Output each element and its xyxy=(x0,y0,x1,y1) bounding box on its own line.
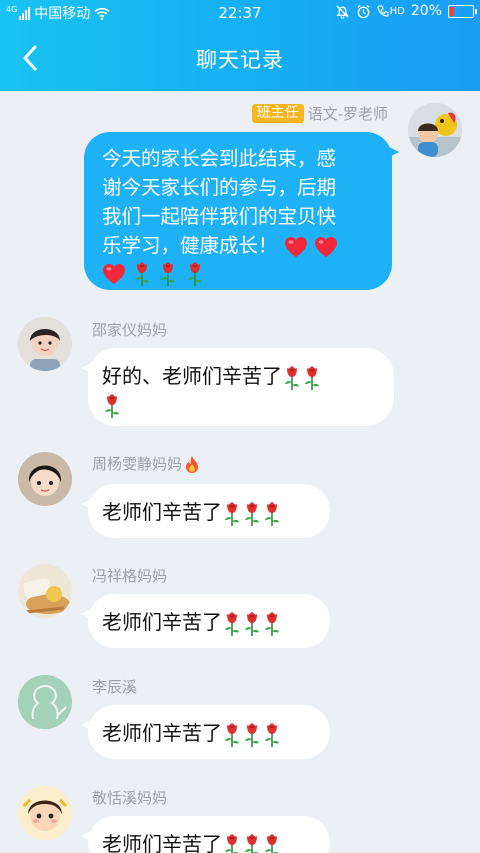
rose-icon xyxy=(262,501,282,527)
rose-icon xyxy=(102,393,122,419)
red-heart-icon xyxy=(102,263,126,285)
status-bar: 4G 中国移动 22:37 HD 20% xyxy=(0,0,480,26)
rose-icon xyxy=(242,833,262,853)
rose-icon xyxy=(262,722,282,748)
rose-icon xyxy=(222,501,242,527)
rose-icon xyxy=(158,261,178,287)
parent-avatar[interactable] xyxy=(18,452,72,506)
teacher-name: 语文-罗老师 xyxy=(307,105,388,123)
rose-icon xyxy=(242,501,262,527)
reply-text: 老师们辛苦了 xyxy=(102,500,222,524)
reply-bubble[interactable]: 老师们辛苦了 xyxy=(81,705,330,759)
parent-name-row: 周杨雯静妈妈 xyxy=(92,453,200,474)
rose-icon xyxy=(282,365,302,391)
reply-text: 老师们辛苦了 xyxy=(102,721,222,745)
parent-name: 敬恬溪妈妈 xyxy=(92,789,168,807)
teacher-message-line: 乐学习，健康成长！ xyxy=(102,234,278,257)
reply-bubble[interactable]: 老师们辛苦了 xyxy=(81,594,330,648)
rose-icon xyxy=(242,611,262,637)
rose-icon xyxy=(185,261,205,287)
parent-name: 冯祥格妈妈 xyxy=(92,567,168,585)
chat-history[interactable]: 班主任 语文-罗老师 今天的家长会到此结束，感 谢今天家长们的参与，后期 我们一… xyxy=(0,91,480,853)
teacher-avatar[interactable] xyxy=(408,103,462,157)
rose-icon xyxy=(222,833,242,853)
volte-icon: HD xyxy=(377,4,405,18)
parent-avatar[interactable] xyxy=(18,675,72,729)
rose-icon xyxy=(262,833,282,853)
parent-name: 周杨雯静妈妈 xyxy=(92,455,183,473)
reply-bubble[interactable]: 老师们辛苦了 xyxy=(81,484,330,538)
battery-icon xyxy=(448,4,477,18)
rose-icon xyxy=(242,722,262,748)
red-heart-icon xyxy=(314,236,338,258)
reply-bubble[interactable]: 老师们辛苦了 xyxy=(81,816,330,853)
reply-bubble[interactable]: 好的、老师们辛苦了 xyxy=(81,348,394,426)
app-header: 4G 中国移动 22:37 HD 20% 聊天记录 xyxy=(0,0,480,91)
parent-avatar[interactable] xyxy=(18,317,72,371)
rose-icon xyxy=(222,722,242,748)
parent-avatar[interactable] xyxy=(18,786,72,840)
reply-text: 好的、老师们辛苦了 xyxy=(102,364,282,388)
teacher-message-line: 谢今天家长们的参与，后期 xyxy=(102,176,337,199)
rose-icon xyxy=(262,611,282,637)
parent-name: 邵家仪妈妈 xyxy=(92,321,168,339)
parent-name: 李辰溪 xyxy=(92,678,138,696)
teacher-message-bubble[interactable]: 今天的家长会到此结束，感 谢今天家长们的参与，后期 我们一起陪伴我们的宝贝快 乐… xyxy=(84,132,399,290)
red-heart-icon xyxy=(284,236,308,258)
rose-icon xyxy=(222,611,242,637)
alarm-icon xyxy=(357,4,370,18)
page-title: 聊天记录 xyxy=(196,48,284,72)
rose-icon xyxy=(132,261,152,287)
rose-icon xyxy=(302,365,322,391)
teacher-message-line: 我们一起陪伴我们的宝贝快 xyxy=(102,205,337,228)
reply-text: 老师们辛苦了 xyxy=(102,832,222,853)
teacher-sender-line: 班主任 语文-罗老师 xyxy=(251,103,388,124)
parent-avatar[interactable] xyxy=(18,564,72,618)
reply-text: 老师们辛苦了 xyxy=(102,610,222,634)
role-badge: 班主任 xyxy=(251,104,304,123)
battery-percent: 20% xyxy=(410,3,442,19)
teacher-message-line: 今天的家长会到此结束，感 xyxy=(102,147,337,170)
bell-muted-icon xyxy=(336,4,349,19)
fire-icon xyxy=(186,455,199,473)
